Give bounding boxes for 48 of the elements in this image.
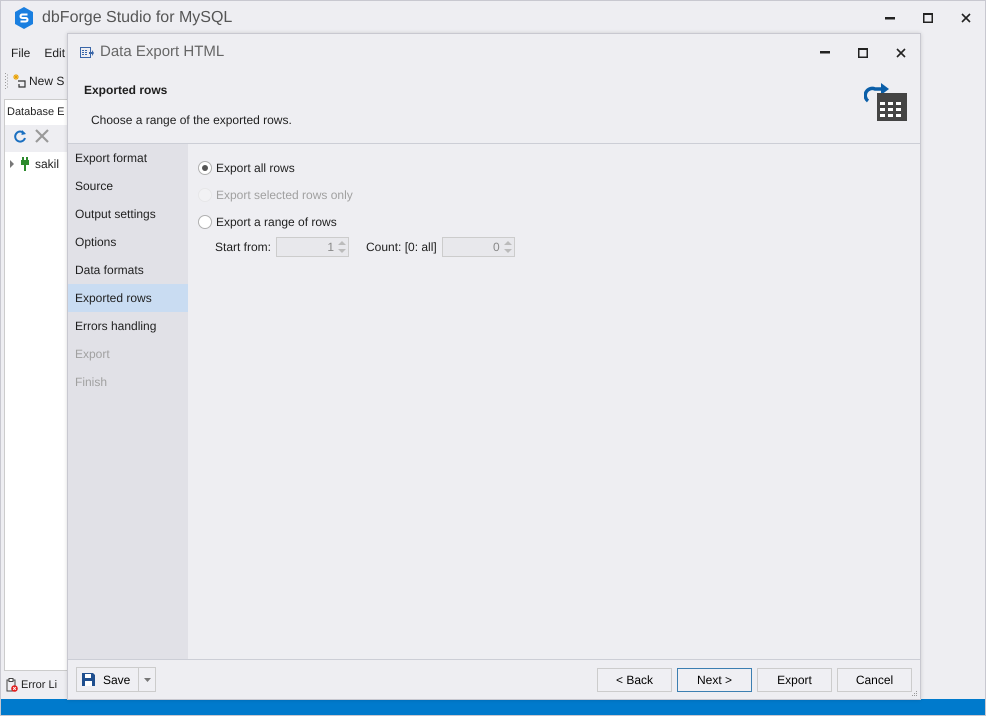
field-label: Count: [0: all] [366,239,437,256]
new-sql-icon [12,74,26,88]
save-icon [82,673,95,686]
radio-button[interactable] [198,160,212,174]
expand-arrow-icon[interactable] [9,160,15,168]
radio-label[interactable]: Export all rows [216,158,295,176]
bottom-tab[interactable]: Error Li [6,676,58,694]
wizard-step: Export [68,340,188,368]
page-description: Choose a range of the exported rows. [91,112,293,129]
page-heading: Exported rows [84,82,168,99]
caret-icon [144,678,151,682]
dialog-button[interactable]: Export [757,668,832,692]
wizard-step: Finish [68,368,188,396]
delete-icon [35,128,49,142]
plug-icon [20,156,30,170]
wizard-step[interactable]: Errors handling [68,312,188,340]
menu-item[interactable]: File [11,44,30,62]
close-icon [896,48,906,58]
wizard-step[interactable]: Source [68,172,188,200]
spin-arrows-icon [338,240,346,254]
radio-label: Export selected rows only [216,186,353,204]
maximize-icon [923,13,933,23]
menu-item[interactable]: Edit [44,44,66,62]
radio-label[interactable]: Export a range of rows [216,212,337,230]
wizard-step[interactable]: Export format [68,144,188,172]
table-export-icon [864,81,908,123]
spin-arrows-icon [504,240,512,254]
error-list-icon [6,678,18,692]
minimize-icon [820,51,830,54]
toolbar-button[interactable]: New S [12,72,64,90]
minimize-icon [885,16,895,20]
field-label: Start from: [215,239,272,256]
wizard-step[interactable]: Data formats [68,256,188,284]
tree-item[interactable]: sakil [35,154,60,172]
dialog-button[interactable]: < Back [597,668,672,692]
wizard-step[interactable]: Options [68,228,188,256]
close-icon [961,13,971,23]
wizard-step[interactable]: Output settings [68,200,188,228]
dialog-button[interactable]: Next > [677,668,752,692]
dialog-button[interactable]: Cancel [837,668,912,692]
export-table-icon [80,46,94,58]
refresh-icon [13,128,27,142]
window-title: dbForge Studio for MySQL [42,8,232,28]
dialog-title: Data Export HTML [100,42,224,62]
maximize-icon [858,48,868,58]
wizard-step[interactable]: Exported rows [68,284,188,312]
radio-button[interactable] [198,214,212,228]
app-logo-icon [14,7,34,29]
